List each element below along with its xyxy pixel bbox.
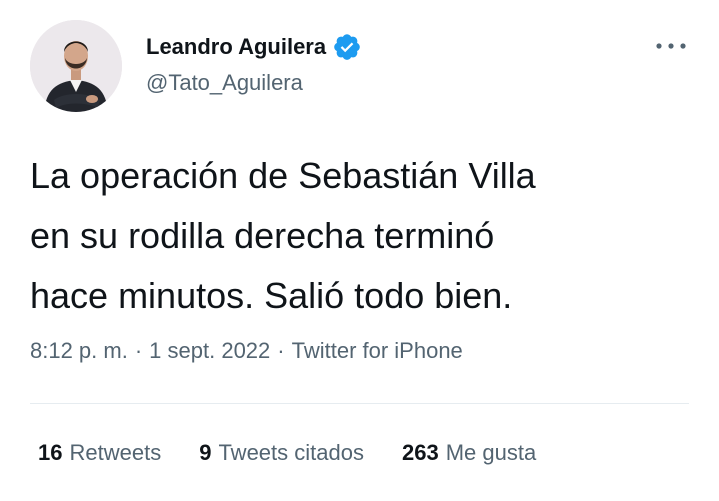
divider xyxy=(30,403,689,404)
likes-label: Me gusta xyxy=(445,440,537,465)
avatar-photo xyxy=(30,20,122,112)
tweet-source-link[interactable]: Twitter for iPhone xyxy=(292,338,463,364)
tweet-text-line: en su rodilla derecha terminó xyxy=(30,215,495,256)
more-horizontal-icon xyxy=(656,43,686,49)
meta-separator: · xyxy=(134,338,143,363)
tweet-text: La operación de Sebastián Villa en su ro… xyxy=(30,146,690,326)
author-name-row: Leandro Aguilera xyxy=(146,30,362,64)
tweet-metadata: 8:12 p. m. · 1 sept. 2022 · Twitter for … xyxy=(30,338,463,364)
likes-stat[interactable]: 263 Me gusta xyxy=(402,440,536,466)
tweet-time-link[interactable]: 8:12 p. m. xyxy=(30,338,128,364)
verified-badge-icon xyxy=(332,32,362,62)
author-handle[interactable]: @Tato_Aguilera xyxy=(146,70,303,96)
tweet-stats: 16 Retweets 9 Tweets citados 263 Me gust… xyxy=(38,440,574,466)
retweets-label: Retweets xyxy=(69,440,162,465)
quote-tweets-count: 9 xyxy=(199,440,212,465)
tweet-date-link[interactable]: 1 sept. 2022 xyxy=(149,338,270,364)
quote-tweets-label: Tweets citados xyxy=(218,440,364,465)
tweet-card: Leandro Aguilera @Tato_Aguilera La opera… xyxy=(0,0,719,501)
more-options-button[interactable] xyxy=(648,30,694,62)
meta-separator: · xyxy=(277,338,285,363)
tweet-text-line: hace minutos. Salió todo bien. xyxy=(30,275,513,316)
quote-tweets-stat[interactable]: 9 Tweets citados xyxy=(199,440,364,466)
likes-count: 263 xyxy=(401,440,439,465)
retweets-stat[interactable]: 16 Retweets xyxy=(38,440,161,466)
author-display-name[interactable]: Leandro Aguilera xyxy=(146,34,326,60)
retweets-count: 16 xyxy=(38,440,63,465)
tweet-text-line: La operación de Sebastián Villa xyxy=(30,155,536,196)
avatar[interactable] xyxy=(30,20,122,112)
